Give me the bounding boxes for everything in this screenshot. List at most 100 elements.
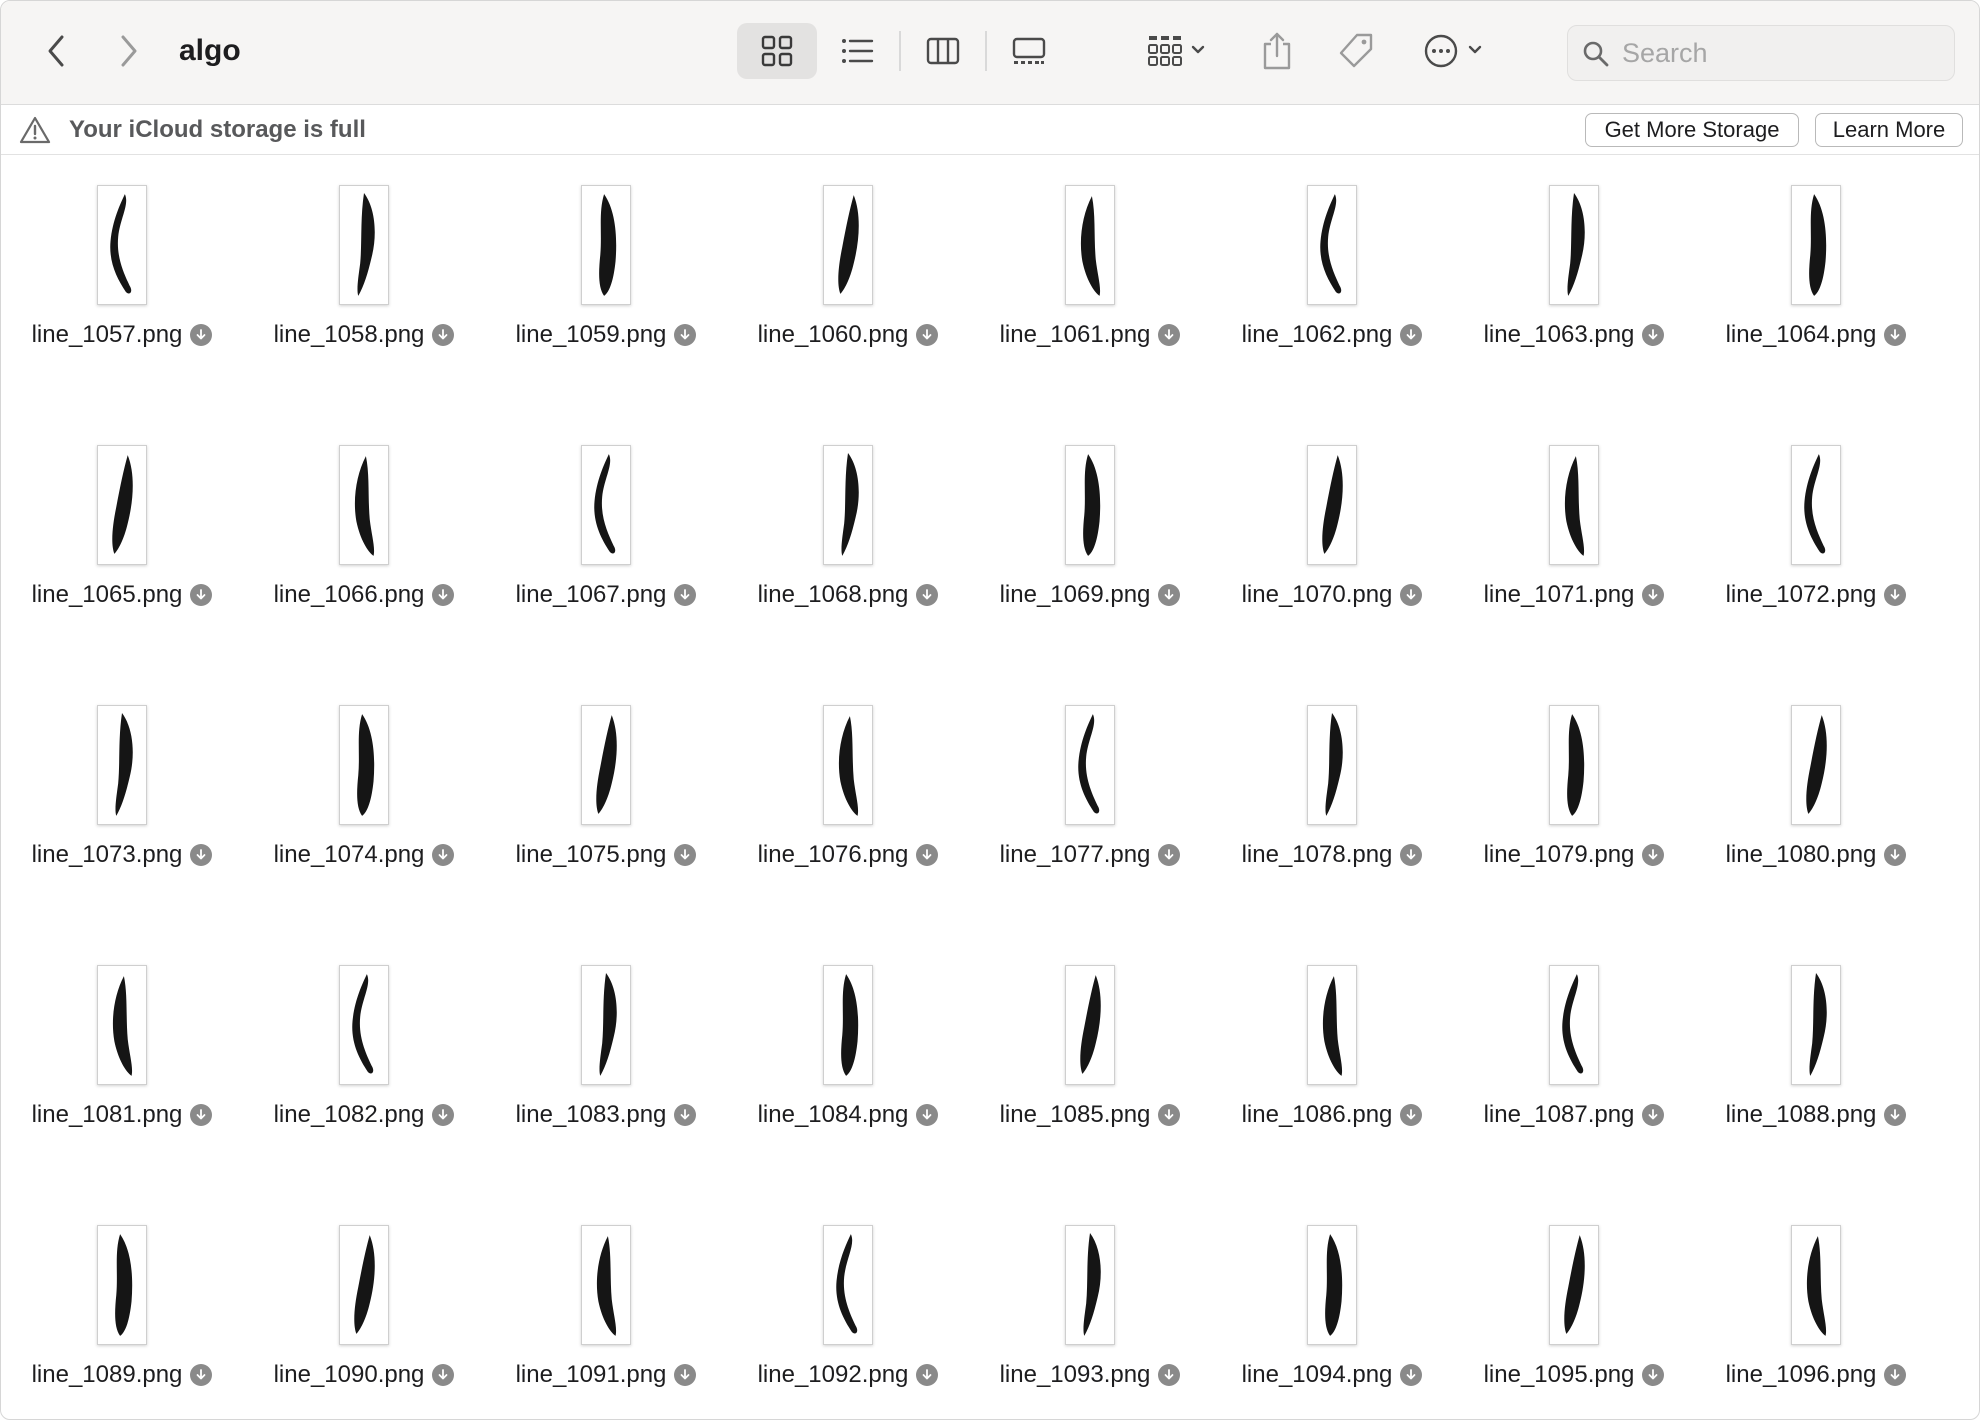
gallery-view-button[interactable] [989,23,1069,79]
file-item[interactable]: line_1086.png [1211,935,1453,1135]
cloud-download-icon[interactable] [916,1104,939,1126]
cloud-download-icon[interactable] [1642,1364,1665,1386]
icon-view-button[interactable] [737,23,817,79]
file-item[interactable]: line_1083.png [485,935,727,1135]
file-item[interactable]: line_1089.png [1,1195,243,1395]
file-item[interactable]: line_1077.png [969,675,1211,875]
cloud-download-icon[interactable] [190,1104,213,1126]
learn-more-button[interactable]: Learn More [1815,113,1963,147]
file-item[interactable]: line_1088.png [1695,935,1937,1135]
column-view-button[interactable] [903,23,983,79]
file-item[interactable]: line_1064.png [1695,155,1937,355]
search-input[interactable] [1622,26,1942,80]
file-item[interactable]: line_1072.png [1695,415,1937,615]
cloud-download-icon[interactable] [1400,844,1423,866]
file-item[interactable]: line_1076.png [727,675,969,875]
cloud-download-icon[interactable] [674,584,697,606]
gallery-view-icon [1012,37,1046,64]
cloud-download-icon[interactable] [190,1364,213,1386]
file-item[interactable]: line_1069.png [969,415,1211,615]
file-item[interactable]: line_1063.png [1453,155,1695,355]
share-button[interactable] [1255,23,1299,79]
cloud-download-icon[interactable] [674,1104,697,1126]
file-item[interactable]: line_1066.png [243,415,485,615]
cloud-download-icon[interactable] [432,1104,455,1126]
cloud-download-icon[interactable] [674,324,697,346]
cloud-download-icon[interactable] [1884,1364,1907,1386]
cloud-download-icon[interactable] [432,324,455,346]
cloud-download-icon[interactable] [1884,584,1907,606]
file-item[interactable]: line_1095.png [1453,1195,1695,1395]
cloud-download-icon[interactable] [1884,844,1907,866]
file-item[interactable]: line_1080.png [1695,675,1937,875]
cloud-download-icon[interactable] [1158,324,1181,346]
tag-button[interactable] [1331,23,1381,79]
cloud-download-icon[interactable] [432,584,455,606]
file-item[interactable]: line_1081.png [1,935,243,1135]
get-more-storage-button[interactable]: Get More Storage [1585,113,1799,147]
file-item[interactable]: line_1082.png [243,935,485,1135]
cloud-download-icon[interactable] [1642,584,1665,606]
cloud-download-icon[interactable] [1158,844,1181,866]
cloud-download-icon[interactable] [190,844,213,866]
file-item[interactable]: line_1074.png [243,675,485,875]
cloud-download-icon[interactable] [432,1364,455,1386]
file-item[interactable]: line_1070.png [1211,415,1453,615]
file-item[interactable]: line_1075.png [485,675,727,875]
list-view-button[interactable] [817,23,897,79]
file-item[interactable]: line_1062.png [1211,155,1453,355]
file-item[interactable]: line_1058.png [243,155,485,355]
cloud-download-icon[interactable] [1642,844,1665,866]
cloud-download-icon[interactable] [1642,1104,1665,1126]
chevron-right-icon [121,35,137,67]
file-item[interactable]: line_1079.png [1453,675,1695,875]
file-item[interactable]: line_1068.png [727,415,969,615]
cloud-download-icon[interactable] [1400,1364,1423,1386]
cloud-download-icon[interactable] [674,844,697,866]
file-item[interactable]: line_1094.png [1211,1195,1453,1395]
more-actions-button[interactable] [1419,23,1493,79]
search-field[interactable] [1567,25,1955,81]
file-item[interactable]: line_1096.png [1695,1195,1937,1395]
file-item[interactable]: line_1085.png [969,935,1211,1135]
file-item[interactable]: line_1065.png [1,415,243,615]
chevron-left-icon [48,35,64,67]
cloud-download-icon[interactable] [1400,584,1423,606]
cloud-download-icon[interactable] [1884,1104,1907,1126]
file-item[interactable]: line_1087.png [1453,935,1695,1135]
file-item[interactable]: line_1093.png [969,1195,1211,1395]
cloud-download-icon[interactable] [916,1364,939,1386]
cloud-download-icon[interactable] [1884,324,1907,346]
file-item[interactable]: line_1059.png [485,155,727,355]
file-item[interactable]: line_1061.png [969,155,1211,355]
cloud-download-icon[interactable] [674,1364,697,1386]
cloud-download-icon[interactable] [190,584,213,606]
file-item[interactable]: line_1091.png [485,1195,727,1395]
file-item[interactable]: line_1057.png [1,155,243,355]
cloud-download-icon[interactable] [916,324,939,346]
cloud-download-icon[interactable] [1400,1104,1423,1126]
file-name: line_1062.png [1241,321,1393,348]
file-item[interactable]: line_1071.png [1453,415,1695,615]
file-item[interactable]: line_1090.png [243,1195,485,1395]
file-item[interactable]: line_1078.png [1211,675,1453,875]
cloud-download-icon[interactable] [916,584,939,606]
cloud-download-icon[interactable] [1158,584,1181,606]
cloud-download-icon[interactable] [1158,1104,1181,1126]
file-item[interactable]: line_1092.png [727,1195,969,1395]
group-button[interactable] [1139,23,1219,79]
file-item[interactable]: line_1060.png [727,155,969,355]
cloud-download-icon[interactable] [432,844,455,866]
file-name-row: line_1058.png [243,321,485,349]
image-thumbnail-icon [97,705,147,825]
cloud-download-icon[interactable] [1158,1364,1181,1386]
forward-button[interactable] [106,27,150,75]
cloud-download-icon[interactable] [1642,324,1665,346]
file-item[interactable]: line_1073.png [1,675,243,875]
cloud-download-icon[interactable] [1400,324,1423,346]
file-item[interactable]: line_1067.png [485,415,727,615]
cloud-download-icon[interactable] [190,324,213,346]
file-item[interactable]: line_1084.png [727,935,969,1135]
cloud-download-icon[interactable] [916,844,939,866]
back-button[interactable] [35,27,79,75]
